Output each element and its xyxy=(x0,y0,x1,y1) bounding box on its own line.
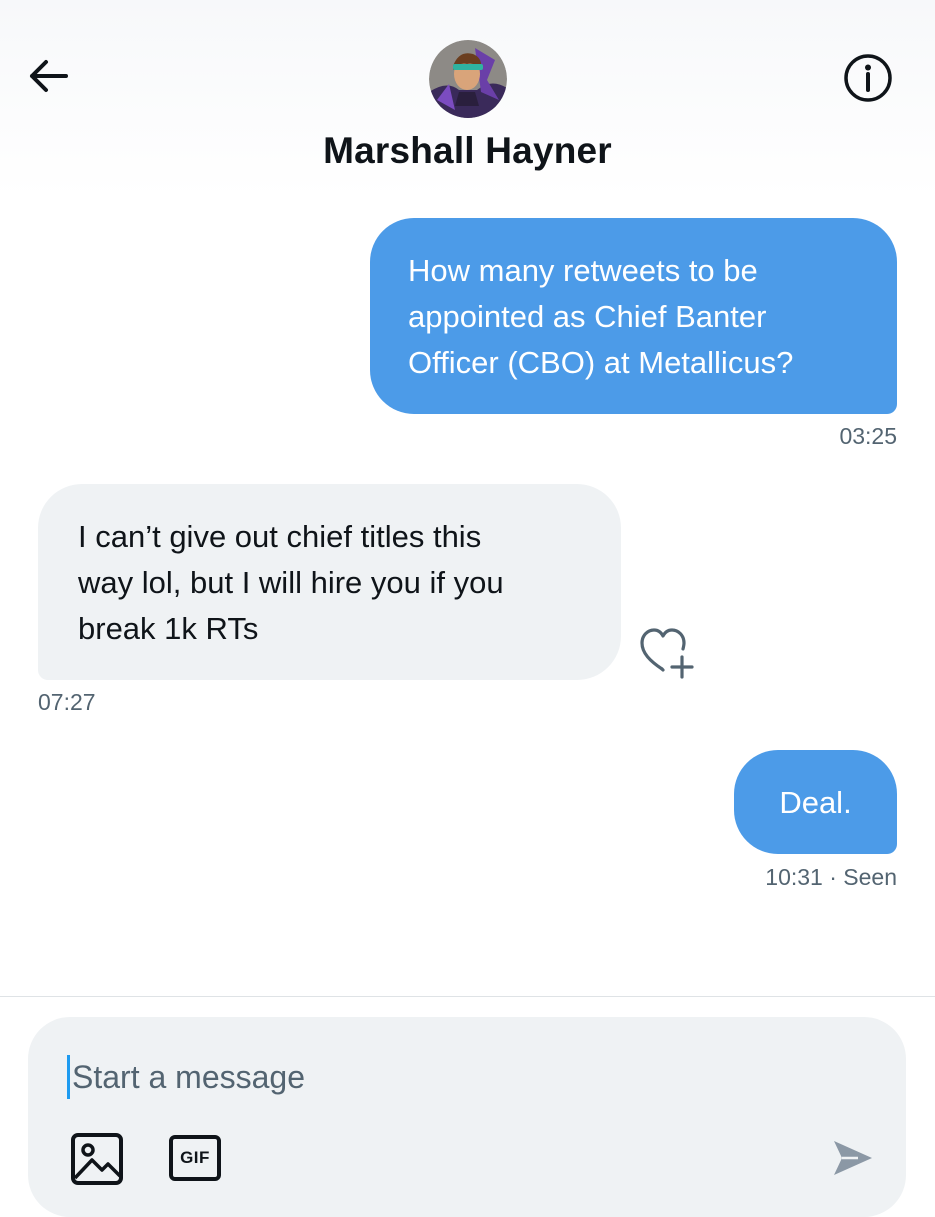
image-icon xyxy=(71,1133,123,1185)
add-reaction-button[interactable] xyxy=(636,623,700,683)
back-button[interactable] xyxy=(22,52,74,100)
contact-name[interactable]: Marshall Hayner xyxy=(0,130,935,172)
message-text-line: Deal. xyxy=(779,785,852,820)
heart-plus-icon xyxy=(640,628,694,679)
info-icon xyxy=(844,54,892,102)
message-text-line: way lol, but I will hire you if you xyxy=(78,565,504,600)
text-cursor xyxy=(67,1055,70,1099)
message-text-line: appointed as Chief Banter xyxy=(408,299,767,334)
message-input[interactable] xyxy=(72,1052,832,1102)
add-media-button[interactable] xyxy=(66,1128,128,1190)
message-text-line: How many retweets to be xyxy=(408,253,758,288)
avatar[interactable] xyxy=(429,40,507,118)
message-timestamp: 07:27 xyxy=(38,689,96,715)
conversation-header: Marshall Hayner xyxy=(0,0,935,198)
send-icon xyxy=(834,1141,872,1175)
message-bubble-incoming[interactable]: I can’t give out chief titles this way l… xyxy=(38,484,621,680)
info-button[interactable] xyxy=(838,50,898,106)
message-status: 10:31 · Seen xyxy=(765,864,897,890)
composer-divider xyxy=(0,996,935,997)
gif-icon: GIF xyxy=(169,1135,221,1181)
message-bubble-outgoing[interactable]: Deal. xyxy=(734,750,897,854)
message-text-line: I can’t give out chief titles this xyxy=(78,519,482,554)
send-button[interactable] xyxy=(824,1130,882,1186)
message-text-line: Officer (CBO) at Metallicus? xyxy=(408,345,794,380)
gif-button[interactable]: GIF xyxy=(164,1130,226,1186)
message-text-line: break 1k RTs xyxy=(78,611,259,646)
message-timestamp: 03:25 xyxy=(839,423,897,449)
message-composer xyxy=(28,1017,906,1217)
avatar-image xyxy=(429,40,507,118)
arrow-left-icon xyxy=(30,60,68,92)
message-bubble-outgoing[interactable]: How many retweets to be appointed as Chi… xyxy=(370,218,897,414)
